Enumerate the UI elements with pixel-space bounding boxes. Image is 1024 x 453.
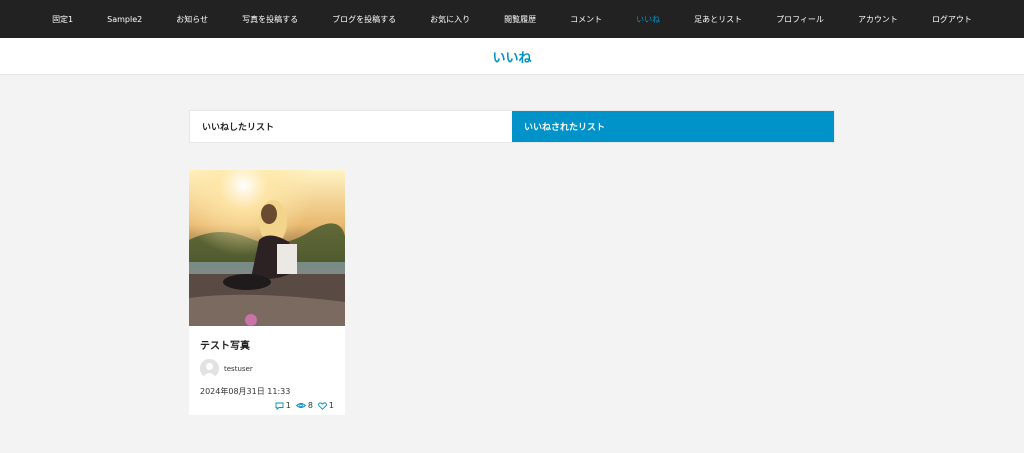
nav-item-logout[interactable]: ログアウト <box>932 14 972 25</box>
like-count[interactable]: 1 <box>318 401 334 410</box>
author-info: testuser <box>200 359 334 378</box>
comment-icon <box>275 402 284 410</box>
like-tabs: いいねしたリスト いいねされたリスト <box>189 110 835 143</box>
comment-count-value: 1 <box>285 401 291 410</box>
nav-item-footprints[interactable]: 足あとリスト <box>694 14 742 25</box>
nav-item-favorites[interactable]: お気に入り <box>430 14 470 25</box>
tab-received-likes-list[interactable]: いいねされたリスト <box>512 111 834 142</box>
photo-title[interactable]: テスト写真 <box>200 337 334 352</box>
nav-item-history[interactable]: 閲覧履歴 <box>504 14 536 25</box>
nav-item-news[interactable]: お知らせ <box>176 14 208 25</box>
nav-item-comments[interactable]: コメント <box>570 14 602 25</box>
avatar[interactable] <box>200 359 219 378</box>
page-title: いいね <box>492 50 532 66</box>
author-name[interactable]: testuser <box>224 365 253 373</box>
comment-count: 1 <box>275 401 291 410</box>
global-nav: 固定1 Sample2 お知らせ 写真を投稿する ブログを投稿する お気に入り … <box>0 0 1024 38</box>
nav-item-post-photo[interactable]: 写真を投稿する <box>242 14 298 25</box>
nav-item-fixed1[interactable]: 固定1 <box>52 14 73 25</box>
nav-item-profile[interactable]: プロフィール <box>776 14 824 25</box>
nav-item-likes[interactable]: いいね <box>636 14 660 25</box>
nav-item-sample2[interactable]: Sample2 <box>107 15 142 24</box>
nav-item-account[interactable]: アカウント <box>858 14 898 25</box>
post-date: 2024年08月31日 11:33 <box>200 387 291 396</box>
nav-item-post-blog[interactable]: ブログを投稿する <box>332 14 396 25</box>
tab-liked-list[interactable]: いいねしたリスト <box>190 111 512 142</box>
page-header: いいね <box>0 38 1024 75</box>
view-count-value: 8 <box>307 401 313 410</box>
heart-icon[interactable] <box>318 401 327 410</box>
photo-card[interactable]: テスト写真 testuser 2024年08月31日 11:33 1 8 1 <box>189 170 345 415</box>
view-count: 8 <box>295 401 313 410</box>
eye-icon <box>295 403 306 408</box>
photo-thumbnail[interactable] <box>189 170 345 326</box>
like-count-value: 1 <box>328 401 334 410</box>
post-stats: 1 8 1 <box>200 401 334 410</box>
